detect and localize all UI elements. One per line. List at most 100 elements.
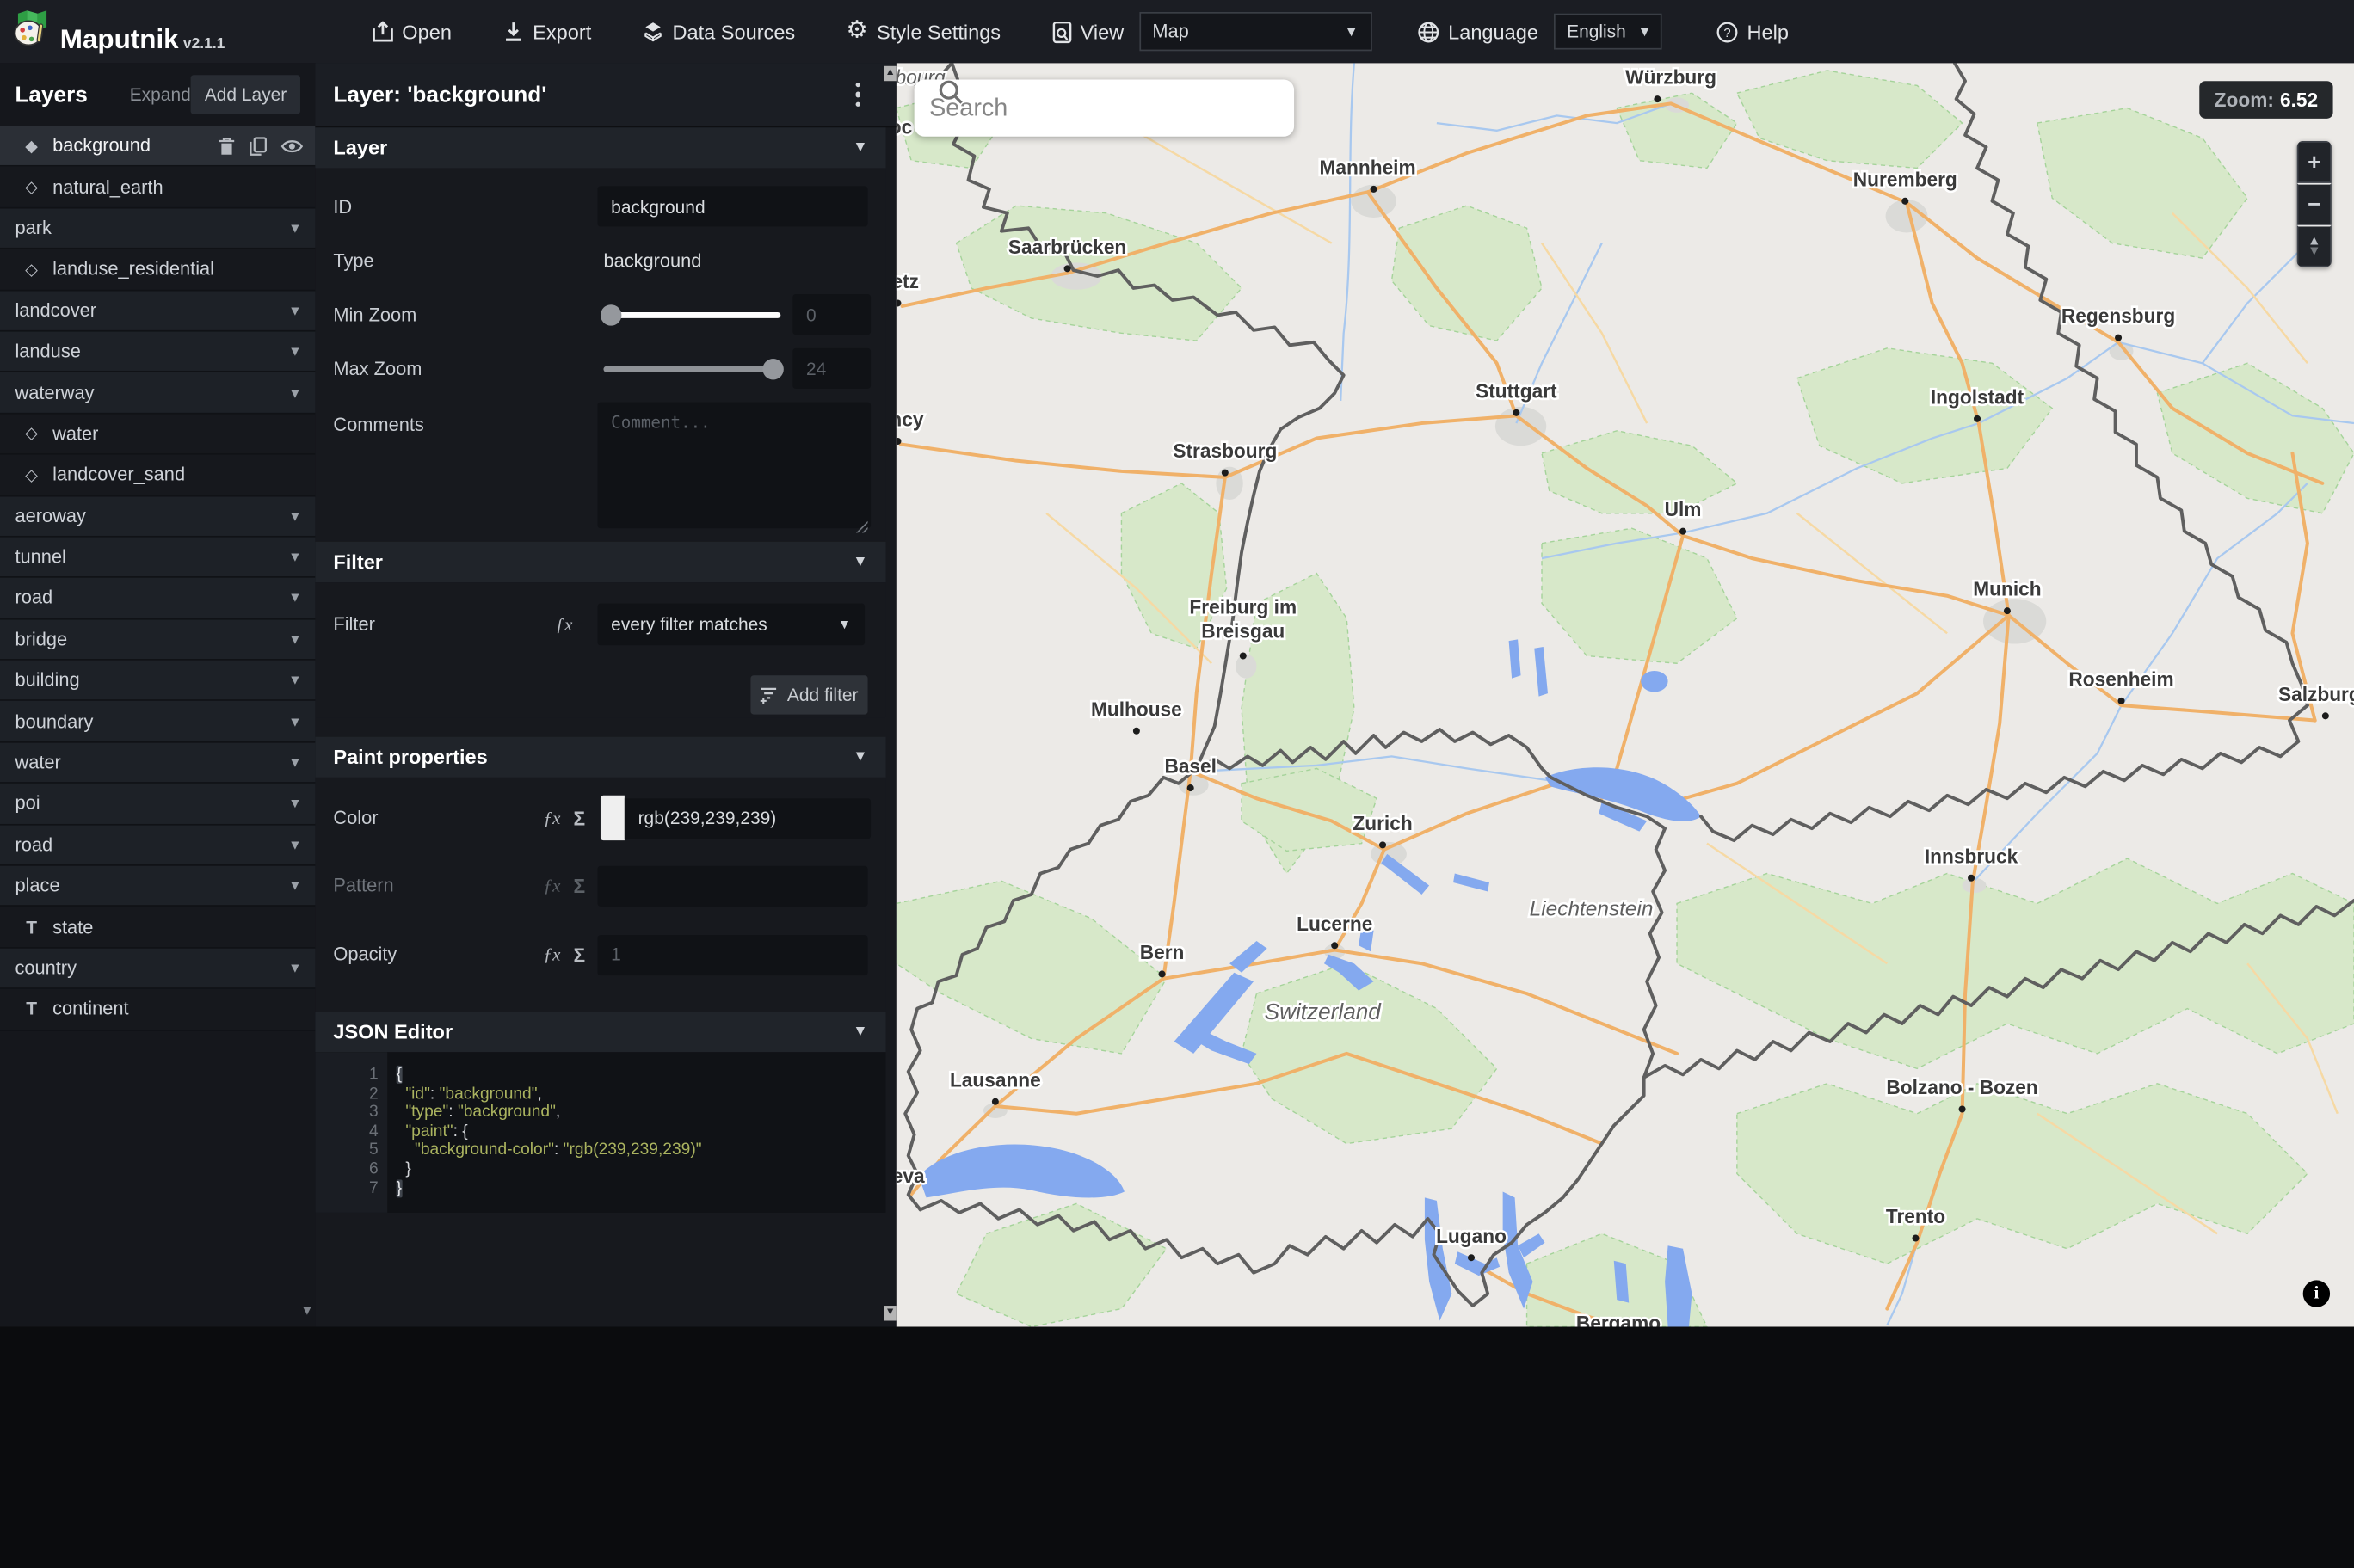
map-country-label: Switzerland [1265,999,1383,1024]
json-editor[interactable]: 1234567 { "id": "background", "type": "b… [315,1052,886,1213]
layer-list-item-water[interactable]: ◇ water [0,414,316,455]
svg-text:?: ? [1723,26,1730,40]
data-sources-button[interactable]: Data Sources [643,21,795,43]
layer-list-item-continent[interactable]: Tcontinent [0,989,316,1031]
max-zoom-slider[interactable] [603,358,784,379]
attribution-button[interactable]: i [2302,1279,2331,1307]
section-layer-header[interactable]: Layer ▼ [315,127,886,169]
layer-label: bridge [15,628,68,650]
delete-layer-icon[interactable] [218,136,236,156]
expand-button[interactable]: Expand [130,84,191,105]
scroll-down-icon[interactable]: ▼ [884,1305,897,1320]
sidebar-scroll-down-icon[interactable]: ▼ [300,1302,314,1317]
add-layer-button[interactable]: Add Layer [191,75,300,114]
map-city-dot [1912,1234,1920,1242]
map-view[interactable]: Würzburg Mannheim Nuremberg Saarbrücken Rege… [896,63,2354,1326]
opacity-input[interactable] [597,934,868,975]
map-city-dot [1331,942,1339,950]
section-paint-header[interactable]: Paint properties ▼ [315,736,886,778]
layer-list-item-landcover[interactable]: landcover ▼ [0,290,316,332]
section-json-header[interactable]: JSON Editor ▼ [315,1012,886,1053]
globe-icon [1417,21,1439,42]
layer-menu-button[interactable] [854,82,860,108]
map-search-box[interactable]: Search [914,79,1295,137]
fx-icon[interactable]: ƒx [544,874,561,896]
open-button[interactable]: Open [372,21,452,43]
layer-list-item-place[interactable]: place ▼ [0,865,316,907]
json-code[interactable]: { "id": "background", "type": "backgroun… [387,1052,702,1213]
export-button[interactable]: Export [502,21,591,43]
layer-list-item-building[interactable]: building ▼ [0,660,316,702]
fx-icon[interactable]: ƒx [556,613,573,636]
comments-label: Comments [333,414,424,436]
layer-list-item-road[interactable]: road ▼ [0,825,316,866]
layer-list-item-state[interactable]: Tstate [0,907,316,949]
compass-button[interactable]: ▲ ▼ [2296,224,2332,267]
layer-label: landuse_residential [52,258,215,280]
layer-list-item-landuse[interactable]: landuse ▼ [0,331,316,373]
color-input[interactable] [624,797,872,839]
chevron-down-icon: ▼ [288,384,302,401]
sigma-icon[interactable]: Σ [574,944,586,966]
map-city-dot [1186,784,1194,792]
brand-name: Maputnik [59,23,179,53]
sigma-icon[interactable]: Σ [574,874,586,896]
view-mode-select[interactable]: Map ▼ [1138,11,1372,52]
chevron-down-icon: ▼ [853,139,868,157]
add-filter-button[interactable]: Add filter [750,675,868,715]
layer-list-item-country[interactable]: country ▼ [0,948,316,990]
max-zoom-input[interactable] [792,347,872,389]
fx-icon[interactable]: ƒx [544,807,561,829]
id-label: ID [333,195,353,218]
layer-list-item-tunnel[interactable]: tunnel ▼ [0,537,316,579]
type-value: background [603,249,702,271]
layer-list-item-poi[interactable]: poi ▼ [0,784,316,826]
help-button[interactable]: ? Help [1716,21,1789,43]
layer-list-item-water[interactable]: water ▼ [0,742,316,784]
zoom-out-button[interactable]: − [2296,182,2332,225]
id-input[interactable] [597,186,868,227]
zoom-in-button[interactable]: + [2296,141,2332,183]
map-canvas[interactable]: Würzburg Mannheim Nuremberg Saarbrücken Rege… [896,63,2354,1326]
visibility-icon[interactable] [280,138,304,154]
section-filter-header[interactable]: Filter ▼ [315,541,886,583]
filter-combinator-select[interactable]: every filter matches ▼ [597,603,866,646]
style-settings-button[interactable]: ⚙ Style Settings [847,19,1001,44]
layer-list-item-road[interactable]: road ▼ [0,578,316,620]
color-label: Color [333,807,379,829]
sigma-icon[interactable]: Σ [574,807,586,829]
maputnik-app: Maputnik v2.1.1 Open Export Data Sources… [0,0,2354,1568]
resize-grip[interactable] [855,520,868,533]
layer-list-item-landcover_sand[interactable]: ◇ landcover_sand [0,454,316,496]
layer-list-item-aeroway[interactable]: aeroway ▼ [0,495,316,538]
layer-list-item-boundary[interactable]: boundary ▼ [0,701,316,743]
chevron-down-icon: ▼ [288,713,302,729]
map-city-dot [1221,469,1229,477]
map-city-label: Zurich [1353,812,1412,834]
layer-label: continent [52,999,129,1020]
diamond-icon: ◇ [25,466,39,485]
layer-list-item-waterway[interactable]: waterway ▼ [0,372,316,415]
layer-list-item-park[interactable]: park ▼ [0,208,316,249]
panel-scrollbar[interactable]: ▲ ▼ [884,63,897,1325]
layer-list-item-background[interactable]: ◆ background [0,126,316,168]
fx-icon[interactable]: ƒx [544,944,561,966]
layer-list-item-landuse_residential[interactable]: ◇ landuse_residential [0,249,316,291]
duplicate-layer-icon[interactable] [250,136,268,156]
map-city-label: Ulm [1665,498,1702,520]
comments-textarea[interactable] [597,402,872,529]
min-zoom-slider[interactable] [600,304,781,325]
language-select[interactable]: English ▼ [1553,13,1662,50]
zoom-level-badge: Zoom: 6.52 [2199,81,2333,119]
map-city-dot [1679,527,1687,535]
scroll-up-icon[interactable]: ▲ [884,65,897,82]
min-zoom-input[interactable] [792,294,872,335]
pattern-input[interactable] [597,864,868,907]
language-button[interactable]: Language [1416,21,1538,43]
chevron-down-icon: ▼ [853,748,868,766]
color-swatch[interactable] [600,795,625,841]
layer-label: country [15,957,77,979]
layer-list-item-natural_earth[interactable]: ◇ natural_earth [0,167,316,209]
view-button[interactable]: View [1051,21,1124,43]
layer-list-item-bridge[interactable]: bridge ▼ [0,619,316,661]
